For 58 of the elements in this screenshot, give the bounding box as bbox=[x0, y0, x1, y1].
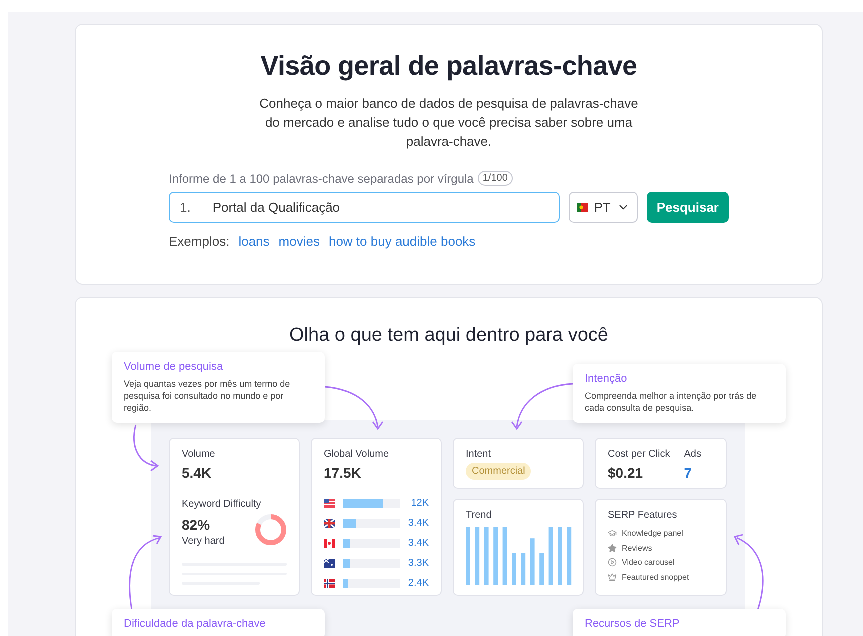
country-volume: 2.4K bbox=[408, 578, 429, 588]
curved-arrow bbox=[324, 386, 384, 430]
play-icon bbox=[608, 558, 617, 568]
metric-label: Trend bbox=[466, 510, 493, 521]
serp-feature: Knowledge panel bbox=[622, 528, 684, 538]
metric-value: 17.5K bbox=[324, 465, 362, 481]
metric-value: 7 bbox=[684, 465, 694, 481]
keyword-input[interactable]: 1. Portal da Qualificação bbox=[169, 192, 560, 223]
callout-title: Dificuldade da palavra-chave bbox=[124, 618, 267, 630]
metric-label: Global Volume bbox=[324, 449, 390, 460]
search-button[interactable]: Pesquisar bbox=[646, 192, 729, 223]
database-select[interactable]: PT bbox=[569, 192, 638, 223]
serp-feature: Video carousel bbox=[622, 558, 675, 568]
field-label: Informe de 1 a 100 palavras-chave separadas por vírgula bbox=[169, 172, 474, 186]
country-volume: 3.3K bbox=[408, 558, 429, 568]
examples-label: Exemplos: bbox=[169, 234, 230, 249]
metric-label: Volume bbox=[182, 449, 216, 460]
serp-feature: Reviews bbox=[622, 544, 652, 553]
callout-title: Recursos de SERP bbox=[585, 618, 681, 630]
flag-icon bbox=[577, 203, 588, 212]
line-number: 1. bbox=[180, 200, 191, 215]
page-title: Visão geral de palavras-chave bbox=[260, 51, 638, 82]
intent-badge: Commercial bbox=[466, 463, 532, 480]
difficulty-donut bbox=[255, 514, 287, 546]
callout-title: Intenção bbox=[585, 373, 628, 385]
page-description: Conheça o maior banco de dados de pesquisa de palavras-chave do mercado e analise tudo o que você precisa saber sobre uma palavra-chave. bbox=[259, 95, 639, 151]
curved-arrow bbox=[134, 424, 160, 472]
crown-icon bbox=[608, 573, 617, 582]
callout-text: Compreenda melhor a intenção por trás de cada consulta de pesquisa. bbox=[585, 390, 758, 414]
country-volume: 3.4K bbox=[408, 518, 429, 528]
metric-label: Ads bbox=[684, 449, 702, 460]
callout-text: Veja quantas vezes por mês um termo de pesquisa foi consultado no mundo e por região. bbox=[124, 378, 292, 414]
section-title: Olha o que tem aqui dentro para você bbox=[290, 325, 608, 347]
star-icon bbox=[608, 544, 617, 553]
metric-value: 82% bbox=[182, 517, 212, 533]
flag-icon bbox=[324, 498, 335, 508]
flag-icon bbox=[324, 578, 335, 588]
curved-arrow bbox=[511, 383, 574, 430]
difficulty-text: Very hard bbox=[182, 536, 225, 547]
callout-title: Volume de pesquisa bbox=[124, 361, 224, 373]
example-link[interactable]: loans bbox=[238, 234, 270, 249]
input-value: Portal da Qualificação bbox=[212, 200, 340, 215]
graduation-cap-icon bbox=[608, 528, 617, 538]
metric-label: Keyword Difficulty bbox=[182, 499, 262, 510]
serp-feature: Feautured snoppet bbox=[622, 573, 690, 582]
country-volume: 3.4K bbox=[408, 538, 429, 548]
flag-icon bbox=[324, 558, 335, 568]
country-volume: 12K bbox=[411, 498, 429, 508]
keyword-counter: 1/100 bbox=[478, 171, 513, 186]
metric-label: Intent bbox=[466, 449, 492, 460]
example-link[interactable]: movies bbox=[278, 234, 320, 249]
flag-icon bbox=[324, 518, 335, 528]
metric-value: $0.21 bbox=[608, 465, 644, 481]
metric-label: SERP Features bbox=[608, 510, 678, 521]
flag-icon bbox=[324, 538, 335, 548]
metric-value: 5.4K bbox=[182, 465, 213, 481]
metric-label: Cost per Click bbox=[608, 449, 670, 460]
example-link[interactable]: how to buy audible books bbox=[328, 234, 476, 249]
